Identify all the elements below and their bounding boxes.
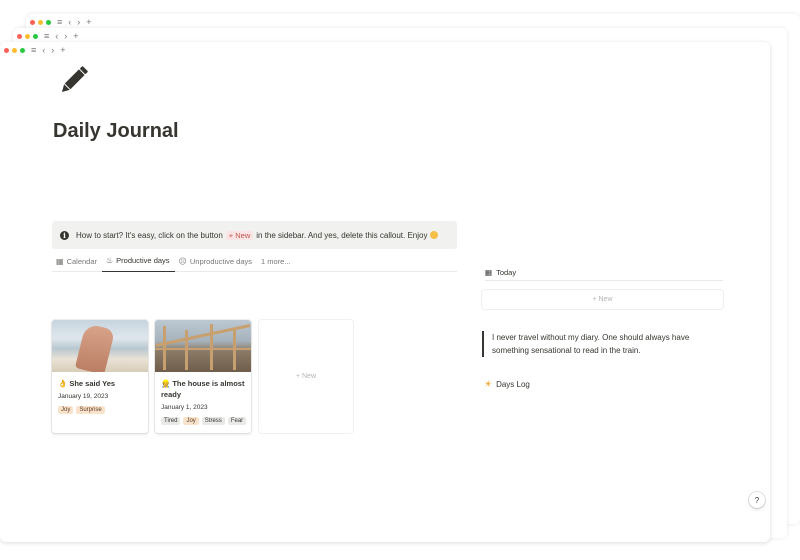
sun-icon: ☀ bbox=[484, 379, 493, 389]
forward-icon[interactable]: › bbox=[77, 17, 80, 27]
new-chip: + New bbox=[225, 230, 254, 240]
pencil-icon[interactable] bbox=[56, 62, 92, 98]
ok-hand-icon: 👌 bbox=[58, 379, 68, 388]
menu-icon[interactable]: ≡ bbox=[57, 17, 62, 27]
new-tab-icon[interactable]: + bbox=[60, 45, 65, 55]
info-icon: i bbox=[60, 230, 69, 240]
quote-block[interactable]: I never travel without my diary. One sho… bbox=[482, 331, 722, 357]
calendar-icon: ▦ bbox=[56, 256, 64, 266]
view-tabs: ▦ Calendar ♨ Productive days ☹ Unproduct… bbox=[52, 254, 457, 272]
tab-label: 1 more... bbox=[261, 256, 291, 266]
tab-calendar[interactable]: ▦ Calendar bbox=[52, 254, 102, 272]
forward-icon[interactable]: › bbox=[51, 45, 54, 55]
card-cover-image bbox=[155, 320, 251, 372]
tab-productive-days[interactable]: ♨ Productive days bbox=[102, 254, 175, 272]
new-card-button[interactable]: + New bbox=[259, 320, 353, 433]
close-dot[interactable] bbox=[4, 47, 9, 53]
today-label: Today bbox=[496, 268, 517, 277]
fire-icon: ♨ bbox=[106, 256, 114, 265]
minimize-dot[interactable] bbox=[12, 47, 17, 53]
back-icon[interactable]: ‹ bbox=[55, 31, 58, 41]
card-cover-image bbox=[52, 320, 148, 372]
smiley-icon: ☹ bbox=[178, 256, 187, 266]
back-icon[interactable]: ‹ bbox=[42, 45, 45, 55]
new-tab-icon[interactable]: + bbox=[86, 17, 91, 27]
menu-icon[interactable]: ≡ bbox=[31, 45, 36, 55]
close-dot[interactable] bbox=[17, 33, 22, 39]
grinning-face-emoji-icon bbox=[430, 231, 439, 239]
tag: Joy bbox=[183, 417, 199, 425]
maximize-dot[interactable] bbox=[46, 19, 51, 25]
days-log-label: Days Log bbox=[496, 380, 530, 389]
card-date: January 1, 2023 bbox=[161, 404, 208, 411]
card-tags: Tired Joy Stress Fear bbox=[155, 411, 251, 425]
card-title: 👷 The house is almost ready bbox=[161, 379, 245, 399]
days-log-link[interactable]: ☀ Days Log bbox=[484, 379, 530, 390]
grid-icon: ▦ bbox=[485, 268, 493, 277]
tag: Surprise bbox=[76, 406, 105, 414]
construction-worker-icon: 👷 bbox=[161, 379, 171, 388]
tab-more[interactable]: 1 more... bbox=[257, 254, 296, 272]
callout-text-before: How to start? It's easy, click on the bu… bbox=[76, 230, 223, 240]
window-titlebar: ≡ ‹ › + bbox=[4, 42, 66, 58]
tag: Tired bbox=[161, 417, 181, 425]
card-date: January 19, 2023 bbox=[58, 393, 109, 400]
tag: Joy bbox=[58, 406, 74, 414]
maximize-dot[interactable] bbox=[33, 33, 38, 39]
help-button[interactable]: ? bbox=[749, 492, 765, 508]
today-view-header[interactable]: ▦ Today bbox=[485, 265, 723, 281]
tab-label: Unproductive days bbox=[189, 256, 253, 266]
new-tab-icon[interactable]: + bbox=[73, 31, 78, 41]
tab-label: Productive days bbox=[116, 256, 170, 265]
close-dot[interactable] bbox=[30, 19, 35, 25]
tag: Fear bbox=[227, 417, 247, 425]
card-title: 👌 She said Yes bbox=[58, 379, 116, 388]
tag: Stress bbox=[201, 417, 225, 425]
gallery-card[interactable]: 👷 The house is almost ready January 1, 20… bbox=[155, 320, 251, 433]
maximize-dot[interactable] bbox=[20, 47, 25, 53]
menu-icon[interactable]: ≡ bbox=[44, 31, 49, 41]
minimize-dot[interactable] bbox=[38, 19, 43, 25]
callout-text-after: in the sidebar. And yes, delete this cal… bbox=[256, 230, 428, 240]
tab-label: Calendar bbox=[66, 256, 97, 266]
forward-icon[interactable]: › bbox=[64, 31, 67, 41]
tab-unproductive-days[interactable]: ☹ Unproductive days bbox=[175, 254, 257, 272]
back-icon[interactable]: ‹ bbox=[68, 17, 71, 27]
page-title[interactable]: Daily Journal bbox=[53, 120, 179, 143]
callout[interactable]: i How to start? It's easy, click on the … bbox=[52, 221, 457, 249]
gallery-card[interactable]: 👌 She said Yes January 19, 2023 Joy Surpr… bbox=[52, 320, 148, 433]
minimize-dot[interactable] bbox=[25, 33, 30, 39]
today-new-button[interactable]: + New bbox=[482, 290, 723, 309]
card-tags: Joy Surprise bbox=[52, 400, 148, 414]
